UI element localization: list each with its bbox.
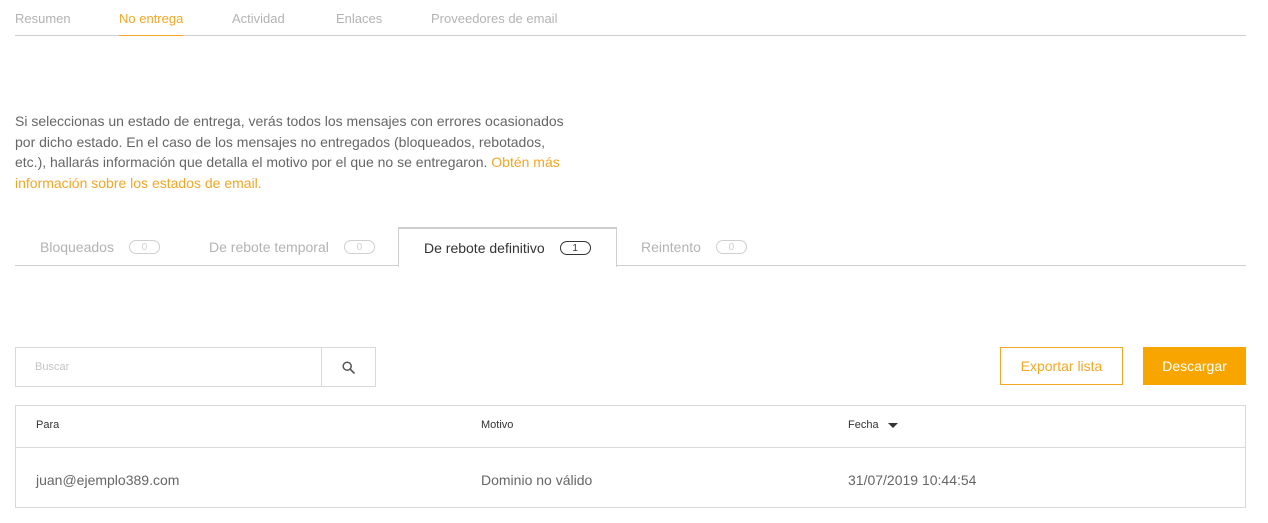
tab-actividad[interactable]: Actividad <box>232 11 285 35</box>
column-label: Motivo <box>481 419 514 431</box>
bounce-table: Para Motivo Fecha juan@ejemplo389.com Do… <box>15 405 1246 508</box>
column-header-fecha[interactable]: Fecha <box>848 419 898 431</box>
cell-fecha: 31/07/2019 10:44:54 <box>848 472 977 488</box>
tab-enlaces[interactable]: Enlaces <box>336 11 382 35</box>
status-tab-rebote-temporal[interactable]: De rebote temporal 0 <box>209 227 375 266</box>
sort-desc-icon[interactable] <box>887 422 898 428</box>
search-button[interactable] <box>321 348 375 386</box>
status-tab-rebote-definitivo[interactable]: De rebote definitivo 1 <box>398 227 617 267</box>
status-tab-label: De rebote temporal <box>209 238 329 255</box>
search-input[interactable] <box>16 348 321 386</box>
status-tab-bloqueados[interactable]: Bloqueados 0 <box>40 227 160 266</box>
tab-proveedores-de-email[interactable]: Proveedores de email <box>431 11 557 35</box>
table-header: Para Motivo Fecha <box>16 406 1245 448</box>
tab-no-entrega[interactable]: No entrega <box>119 11 184 36</box>
status-tab-reintento[interactable]: Reintento 0 <box>641 227 747 266</box>
column-label: Fecha <box>848 419 879 431</box>
count-badge: 0 <box>343 239 375 254</box>
tab-resumen[interactable]: Resumen <box>15 11 71 35</box>
search-icon <box>342 360 355 374</box>
search-box <box>15 347 376 387</box>
top-tab-bar: Resumen No entrega Actividad Enlaces Pro… <box>15 0 1246 36</box>
export-list-button[interactable]: Exportar lista <box>1000 347 1123 385</box>
count-badge: 0 <box>128 239 160 254</box>
download-button[interactable]: Descargar <box>1143 347 1246 385</box>
status-tab-bar: Bloqueados 0 De rebote temporal 0 De reb… <box>15 227 1246 267</box>
table-row: juan@ejemplo389.com Dominio no válido 31… <box>16 448 1245 508</box>
intro-text: Si seleccionas un estado de entrega, ver… <box>15 113 564 170</box>
cell-motivo: Dominio no válido <box>481 472 593 488</box>
count-badge: 1 <box>559 241 591 255</box>
cell-para: juan@ejemplo389.com <box>36 472 180 488</box>
intro-paragraph: Si seleccionas un estado de entrega, ver… <box>15 111 575 193</box>
count-badge: 0 <box>715 239 747 254</box>
column-header-motivo: Motivo <box>481 419 513 431</box>
column-label: Para <box>36 419 60 431</box>
status-tab-label: Bloqueados <box>40 238 114 255</box>
status-tab-label: Reintento <box>641 238 701 255</box>
status-tab-label: De rebote definitivo <box>424 240 545 256</box>
column-header-para: Para <box>36 419 59 431</box>
